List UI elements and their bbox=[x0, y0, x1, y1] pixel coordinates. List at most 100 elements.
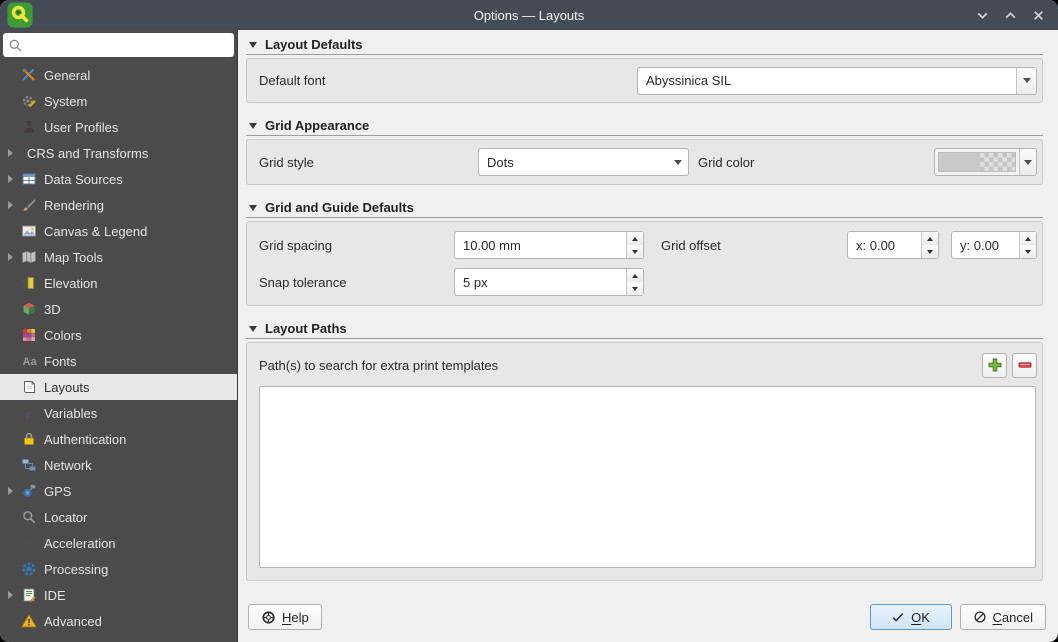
search-input[interactable] bbox=[27, 36, 229, 54]
section-grid-guide-defaults: Grid and Guide Defaults Grid spacing 10.… bbox=[246, 198, 1043, 306]
sidebar-item-elevation[interactable]: Elevation bbox=[0, 270, 237, 296]
expand-arrow-icon[interactable] bbox=[0, 175, 20, 183]
sidebar-item-rendering[interactable]: Rendering bbox=[0, 192, 237, 218]
sidebar-item-acceleration[interactable]: Acceleration bbox=[0, 530, 237, 556]
sidebar-item-locator[interactable]: Locator bbox=[0, 504, 237, 530]
spin-down-button[interactable] bbox=[627, 245, 643, 258]
remove-path-button[interactable] bbox=[1012, 352, 1037, 378]
sidebar-item-gps[interactable]: GPS bbox=[0, 478, 237, 504]
spin-down-button[interactable] bbox=[1020, 245, 1036, 258]
sidebar-item-variables[interactable]: ε Variables bbox=[0, 400, 237, 426]
grid-spacing-spinbox[interactable]: 10.00 mm bbox=[454, 231, 644, 259]
map-tools-icon bbox=[20, 249, 38, 265]
template-paths-list[interactable] bbox=[259, 386, 1036, 568]
grid-style-combobox[interactable]: Dots bbox=[478, 148, 689, 176]
help-button-label: Help bbox=[282, 609, 309, 625]
grid-appearance-header[interactable]: Grid Appearance bbox=[246, 116, 1043, 136]
titlebar[interactable]: Options — Layouts bbox=[0, 0, 1058, 30]
section-title: Layout Defaults bbox=[265, 37, 363, 52]
expand-arrow-icon[interactable] bbox=[0, 149, 20, 157]
alpha-checkerboard bbox=[980, 153, 1015, 171]
network-icon bbox=[20, 457, 38, 473]
cancel-slash-icon bbox=[973, 611, 986, 623]
combobox-dropdown-button[interactable] bbox=[668, 149, 688, 175]
close-icon bbox=[1034, 10, 1043, 20]
expand-arrow-icon[interactable] bbox=[0, 253, 20, 261]
sidebar-item-system[interactable]: System bbox=[0, 88, 237, 114]
snap-tolerance-spinbox[interactable]: 5 px bbox=[454, 268, 644, 296]
spin-down-button[interactable] bbox=[627, 282, 643, 295]
data-sources-icon bbox=[20, 171, 38, 187]
sidebar-item-network[interactable]: Network bbox=[0, 452, 237, 478]
grid-offset-y-value: y: 0.00 bbox=[960, 237, 1000, 253]
spin-up-button[interactable] bbox=[1020, 232, 1036, 245]
combobox-dropdown-button[interactable] bbox=[1016, 67, 1036, 94]
check-icon bbox=[892, 612, 904, 622]
sidebar-item-colors[interactable]: Colors bbox=[0, 322, 237, 348]
grid-spacing-value: 10.00 mm bbox=[463, 237, 521, 253]
sidebar-item-advanced[interactable]: Advanced bbox=[0, 608, 237, 634]
expand-arrow-icon[interactable] bbox=[0, 591, 20, 599]
help-button[interactable]: Help bbox=[248, 604, 322, 630]
layout-paths-header[interactable]: Layout Paths bbox=[246, 319, 1043, 339]
default-font-value: Abyssinica SIL bbox=[646, 73, 732, 88]
dialog-footer: Help OK Cancel bbox=[238, 592, 1058, 642]
close-button[interactable] bbox=[1032, 9, 1045, 22]
sidebar-item-map-tools[interactable]: Map Tools bbox=[0, 244, 237, 270]
sidebar-item-general[interactable]: General bbox=[0, 62, 237, 88]
sidebar-list: General System User Profiles CRS and Tra… bbox=[0, 62, 237, 642]
system-icon bbox=[20, 93, 38, 109]
section-title: Layout Paths bbox=[265, 321, 347, 336]
sidebar-item-layouts[interactable]: Layouts bbox=[0, 374, 237, 400]
spin-down-icon bbox=[927, 249, 933, 254]
advanced-icon bbox=[20, 613, 38, 629]
sidebar-item-processing[interactable]: Processing bbox=[0, 556, 237, 582]
expand-arrow-icon[interactable] bbox=[0, 201, 20, 209]
grid-appearance-groupbox: Grid style Dots Grid color bbox=[246, 139, 1043, 185]
window-title: Options — Layouts bbox=[473, 7, 585, 23]
sidebar-searchbox[interactable] bbox=[3, 33, 234, 57]
layout-defaults-groupbox: Default font Abyssinica SIL bbox=[246, 58, 1043, 103]
sidebar-item-ide[interactable]: IDE bbox=[0, 582, 237, 608]
maximize-button[interactable] bbox=[1004, 9, 1017, 22]
sidebar-item-canvas-legend[interactable]: Canvas & Legend bbox=[0, 218, 237, 244]
grid-color-button[interactable] bbox=[934, 148, 1037, 176]
settings-content: Layout Defaults Default font Abyssinica … bbox=[238, 30, 1058, 592]
cancel-button[interactable]: Cancel bbox=[959, 604, 1046, 630]
grid-style-value: Dots bbox=[487, 154, 514, 170]
grid-offset-y-spinbox[interactable]: y: 0.00 bbox=[951, 231, 1037, 259]
grid-offset-x-spinbox[interactable]: x: 0.00 bbox=[847, 231, 939, 259]
spin-down-icon bbox=[1025, 249, 1031, 254]
sidebar-item-data-sources[interactable]: Data Sources bbox=[0, 166, 237, 192]
sidebar-item-crs-and-transforms[interactable]: CRS and Transforms bbox=[0, 140, 237, 166]
ok-button[interactable]: OK bbox=[869, 604, 952, 630]
spin-down-button[interactable] bbox=[922, 245, 938, 258]
layout-defaults-header[interactable]: Layout Defaults bbox=[246, 35, 1043, 55]
layout-paths-groupbox: Path(s) to search for extra print templa… bbox=[246, 342, 1043, 581]
spin-up-button[interactable] bbox=[922, 232, 938, 245]
canvas-legend-icon bbox=[20, 223, 38, 239]
color-dropdown-button[interactable] bbox=[1019, 149, 1036, 175]
ide-icon bbox=[20, 587, 38, 603]
add-path-button[interactable] bbox=[982, 352, 1007, 378]
grid-offset-label: Grid offset bbox=[661, 237, 721, 253]
grid-guide-defaults-header[interactable]: Grid and Guide Defaults bbox=[246, 198, 1043, 218]
gps-icon bbox=[20, 483, 38, 499]
sidebar-item-3d[interactable]: 3D bbox=[0, 296, 237, 322]
section-layout-paths: Layout Paths Path(s) to search for extra… bbox=[246, 319, 1043, 581]
chevron-down-icon bbox=[1022, 78, 1031, 83]
main-panel: Layout Defaults Default font Abyssinica … bbox=[238, 30, 1058, 642]
spin-up-button[interactable] bbox=[627, 232, 643, 245]
default-font-combobox[interactable]: Abyssinica SIL bbox=[637, 66, 1037, 95]
minimize-button[interactable] bbox=[976, 9, 989, 22]
snap-tolerance-label: Snap tolerance bbox=[259, 274, 347, 290]
sidebar-item-user-profiles[interactable]: User Profiles bbox=[0, 114, 237, 140]
options-dialog: Options — Layouts General System User Pr… bbox=[0, 0, 1058, 642]
collapse-triangle-icon bbox=[249, 204, 257, 211]
spin-up-button[interactable] bbox=[627, 269, 643, 282]
sidebar-item-authentication[interactable]: Authentication bbox=[0, 426, 237, 452]
expand-arrow-icon[interactable] bbox=[0, 487, 20, 495]
sidebar-item-fonts[interactable]: Aa Fonts bbox=[0, 348, 237, 374]
plus-icon bbox=[988, 358, 1001, 372]
chevron-down-icon bbox=[977, 12, 988, 19]
